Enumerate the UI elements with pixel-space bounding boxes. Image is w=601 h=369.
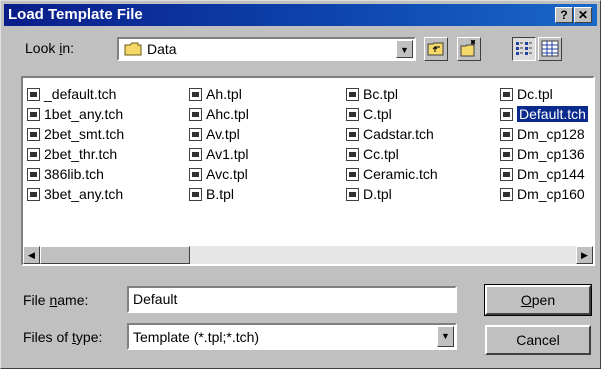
list-item[interactable]: 3bet_any.tch bbox=[27, 184, 124, 204]
files-of-type-label: Files of type: bbox=[23, 329, 103, 345]
close-button[interactable]: ✕ bbox=[574, 7, 592, 23]
look-in-dropdown-button[interactable]: ▼ bbox=[396, 40, 413, 58]
list-item[interactable]: 2bet_smt.tch bbox=[27, 124, 124, 144]
chevron-left-icon: ◀ bbox=[28, 250, 35, 260]
list-item[interactable]: Cadstar.tch bbox=[346, 124, 438, 144]
file-icon bbox=[189, 108, 202, 121]
file-icon bbox=[189, 128, 202, 141]
window-title: Load Template File bbox=[8, 6, 143, 23]
scroll-left-button[interactable]: ◀ bbox=[23, 246, 40, 264]
files-of-type-value: Template (*.tpl;*.tch) bbox=[133, 329, 260, 345]
files-of-type-combo[interactable]: Template (*.tpl;*.tch) ▼ bbox=[127, 323, 457, 350]
file-icon bbox=[189, 188, 202, 201]
list-item[interactable]: Dm_cp136 bbox=[500, 144, 588, 164]
up-one-level-button[interactable] bbox=[424, 37, 448, 61]
file-icon bbox=[500, 108, 513, 121]
file-icon bbox=[500, 168, 513, 181]
chevron-right-icon: ▶ bbox=[581, 250, 588, 260]
cancel-button[interactable]: Cancel bbox=[485, 325, 591, 355]
horizontal-scrollbar[interactable]: ◀ ▶ bbox=[23, 246, 593, 264]
chevron-down-icon: ▼ bbox=[441, 331, 450, 341]
file-icon bbox=[500, 188, 513, 201]
file-name-label: File name: bbox=[23, 292, 89, 308]
load-template-dialog: Load Template File ? ✕ Look in: Data ▼ _… bbox=[0, 0, 601, 369]
chevron-down-icon: ▼ bbox=[400, 45, 409, 55]
file-icon bbox=[27, 88, 40, 101]
file-icon bbox=[27, 108, 40, 121]
list-item[interactable]: Cc.tpl bbox=[346, 144, 438, 164]
list-item[interactable]: Ceramic.tch bbox=[346, 164, 438, 184]
file-column-3: Bc.tpl C.tpl Cadstar.tch Cc.tpl Ceramic.… bbox=[346, 84, 438, 204]
list-item[interactable]: Avc.tpl bbox=[189, 164, 249, 184]
file-icon bbox=[346, 188, 359, 201]
file-icon bbox=[27, 188, 40, 201]
file-icon bbox=[346, 88, 359, 101]
file-icon bbox=[346, 128, 359, 141]
file-icon bbox=[189, 148, 202, 161]
list-item[interactable]: Ah.tpl bbox=[189, 84, 249, 104]
up-folder-icon bbox=[427, 42, 444, 56]
list-item[interactable]: Dm_cp144 bbox=[500, 164, 588, 184]
file-icon bbox=[500, 148, 513, 161]
create-new-folder-button[interactable] bbox=[457, 37, 481, 61]
list-view-button[interactable] bbox=[512, 37, 536, 61]
file-icon bbox=[27, 168, 40, 181]
details-view-icon bbox=[541, 40, 559, 57]
list-item-selected[interactable]: Default.tch bbox=[500, 104, 588, 124]
list-item[interactable]: D.tpl bbox=[346, 184, 438, 204]
file-icon bbox=[500, 128, 513, 141]
list-item[interactable]: _default.tch bbox=[27, 84, 124, 104]
open-button[interactable]: Open bbox=[484, 284, 592, 316]
scrollbar-thumb[interactable] bbox=[40, 246, 190, 264]
file-icon bbox=[27, 148, 40, 161]
look-in-value: Data bbox=[147, 41, 177, 57]
look-in-combo[interactable]: Data ▼ bbox=[117, 37, 416, 61]
list-item[interactable]: Dm_cp128 bbox=[500, 124, 588, 144]
list-item[interactable]: Av.tpl bbox=[189, 124, 249, 144]
file-column-1: _default.tch 1bet_any.tch 2bet_smt.tch 2… bbox=[27, 84, 124, 204]
file-icon bbox=[346, 108, 359, 121]
list-item[interactable]: 1bet_any.tch bbox=[27, 104, 124, 124]
list-item[interactable]: Ahc.tpl bbox=[189, 104, 249, 124]
file-list[interactable]: _default.tch 1bet_any.tch 2bet_smt.tch 2… bbox=[21, 76, 595, 266]
details-view-button[interactable] bbox=[538, 37, 562, 61]
file-column-4: Dc.tpl Default.tch Dm_cp128 Dm_cp136 Dm_… bbox=[500, 84, 588, 204]
file-icon bbox=[346, 168, 359, 181]
title-bar[interactable]: Load Template File ? ✕ bbox=[4, 4, 597, 26]
scroll-right-button[interactable]: ▶ bbox=[576, 246, 593, 264]
file-column-2: Ah.tpl Ahc.tpl Av.tpl Av1.tpl Avc.tpl B.… bbox=[189, 84, 249, 204]
file-icon bbox=[189, 88, 202, 101]
list-item[interactable]: Dm_cp160 bbox=[500, 184, 588, 204]
list-item[interactable]: Bc.tpl bbox=[346, 84, 438, 104]
list-item[interactable]: 386lib.tch bbox=[27, 164, 124, 184]
list-item[interactable]: Dc.tpl bbox=[500, 84, 588, 104]
file-icon bbox=[500, 88, 513, 101]
file-name-input[interactable]: Default bbox=[127, 286, 457, 313]
list-item[interactable]: C.tpl bbox=[346, 104, 438, 124]
file-icon bbox=[346, 148, 359, 161]
help-button[interactable]: ? bbox=[555, 7, 573, 23]
list-item[interactable]: B.tpl bbox=[189, 184, 249, 204]
files-of-type-dropdown-button[interactable]: ▼ bbox=[437, 326, 454, 347]
file-icon bbox=[189, 168, 202, 181]
list-view-icon bbox=[516, 42, 532, 55]
look-in-label: Look in: bbox=[25, 40, 75, 56]
folder-icon bbox=[124, 42, 142, 56]
file-icon bbox=[27, 128, 40, 141]
list-item[interactable]: 2bet_thr.tch bbox=[27, 144, 124, 164]
new-folder-icon bbox=[460, 39, 476, 57]
list-item[interactable]: Av1.tpl bbox=[189, 144, 249, 164]
